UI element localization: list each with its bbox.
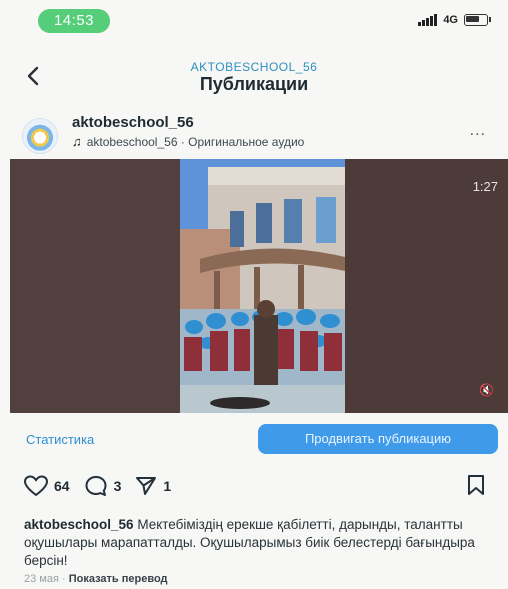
more-icon[interactable]: ...: [470, 122, 486, 140]
meta-separator: ·: [58, 573, 69, 585]
video-duration: 1:27: [472, 179, 498, 194]
bookmark-icon[interactable]: [466, 474, 486, 496]
post-date: 23 мая: [24, 573, 59, 585]
share-count: 1: [163, 478, 172, 494]
send-icon: [136, 477, 157, 495]
statistics-link[interactable]: Статистика: [26, 432, 94, 447]
comment-button[interactable]: 3: [84, 475, 122, 497]
audio-info[interactable]: ♫ aktobeschool_56 · Оригинальное аудио: [72, 134, 304, 149]
promote-button[interactable]: Продвигать публикацию: [258, 424, 498, 454]
music-note-icon: ♫: [72, 134, 82, 149]
video-thumbnail: [180, 159, 345, 413]
like-button[interactable]: 64: [24, 475, 70, 497]
share-button[interactable]: 1: [135, 476, 171, 496]
comment-count: 3: [113, 478, 122, 494]
signal-icon: [418, 14, 438, 26]
heart-icon: [24, 475, 48, 497]
post-caption: aktobeschool_56 Мектебіміздің ерекше қаб…: [24, 516, 484, 570]
comment-icon: [85, 476, 107, 496]
header-account: AKTOBESCHOOL_56: [190, 60, 318, 74]
mute-icon[interactable]: 🔇: [479, 383, 494, 397]
post-actions: 64 3 1: [24, 475, 185, 497]
media-blur-left: [10, 159, 180, 413]
status-time: 14:53: [38, 9, 110, 33]
media-blur-right: [345, 159, 508, 413]
avatar[interactable]: [22, 118, 58, 154]
app-frame: 14:53 4G AKTOBESCHOOL_56 Публикации akto…: [0, 0, 508, 589]
status-icons: 4G: [418, 14, 491, 26]
audio-label: aktobeschool_56 · Оригинальное аудио: [86, 134, 305, 149]
page-title: Публикации: [199, 74, 309, 94]
like-count: 64: [54, 478, 70, 494]
post-username[interactable]: aktobeschool_56: [72, 114, 194, 131]
battery-icon: [464, 14, 491, 26]
post-media[interactable]: 1:27 🔇: [10, 159, 508, 413]
video-frame[interactable]: [180, 159, 345, 413]
caption-username[interactable]: aktobeschool_56: [24, 517, 134, 532]
network-label: 4G: [443, 14, 458, 26]
translate-link[interactable]: Показать перевод: [69, 573, 168, 585]
post-meta: 23 мая · Показать перевод: [24, 573, 168, 585]
